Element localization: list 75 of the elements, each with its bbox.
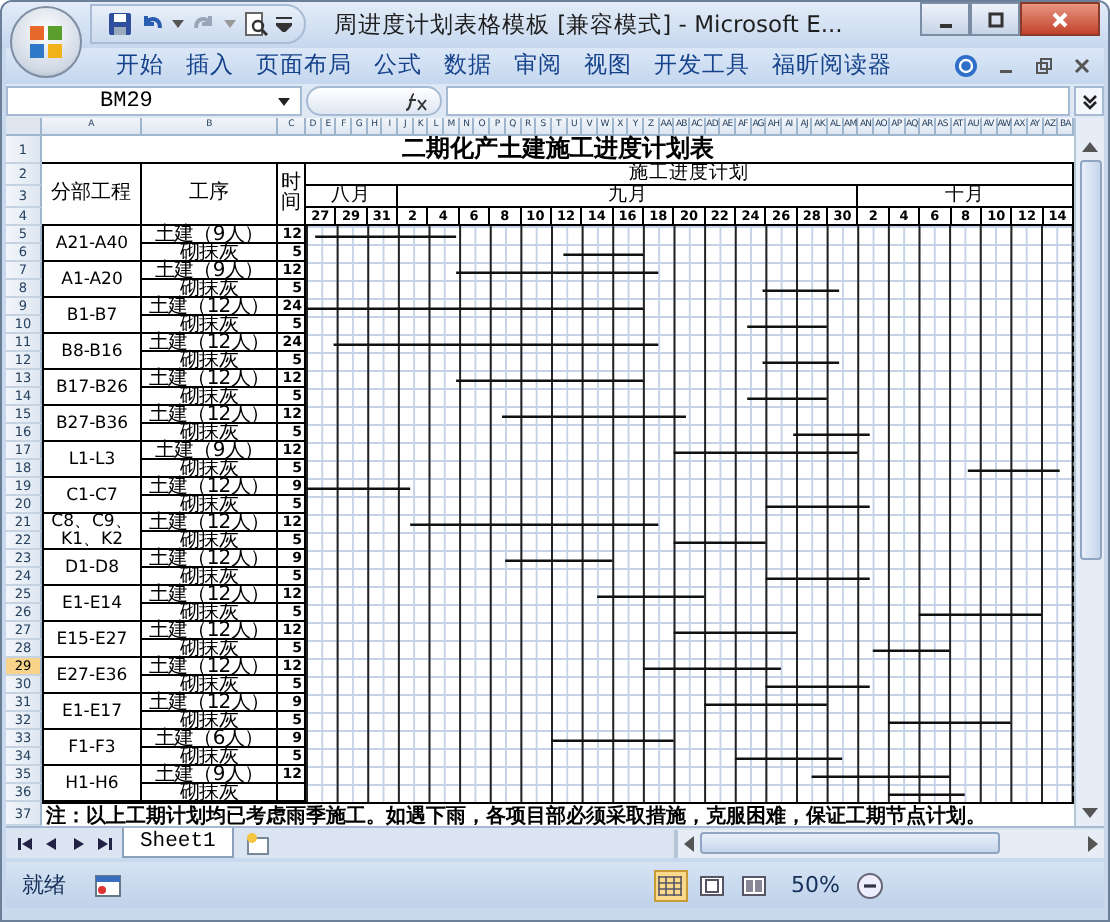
function-icon [404, 91, 428, 112]
table-cell: D1-D8 [42, 550, 142, 587]
close-button[interactable] [1020, 2, 1100, 36]
ribbon-tab[interactable]: 公式 [364, 50, 432, 81]
sheet-title: 二期化产土建施工进度计划表 [401, 132, 714, 164]
table-cell: 时间 [278, 164, 306, 227]
table-cell: C8、C9、K1、K2 [42, 514, 142, 551]
table-cell: B17-B26 [42, 370, 142, 407]
note-text: 注：以上工期计划均已考虑雨季施工。如遇下雨，各项目部必须采取措施，克服困难，保证工期节点计划。 [44, 802, 986, 830]
next-sheet-icon[interactable] [70, 835, 86, 852]
zoom-out-icon[interactable] [856, 871, 884, 900]
name-box[interactable]: BM29 [6, 86, 302, 117]
table-cell: F1-F3 [42, 730, 142, 767]
formula-input[interactable] [446, 86, 1070, 117]
vertical-scrollbar[interactable] [1074, 118, 1104, 827]
table-cell: C1-C7 [42, 478, 142, 515]
first-sheet-icon[interactable] [18, 835, 34, 852]
print-preview-icon[interactable] [244, 12, 268, 37]
ribbon-tab[interactable]: 视图 [574, 50, 642, 81]
table-cell: E27-E36 [42, 658, 142, 695]
restore-icon[interactable] [1034, 55, 1054, 76]
status-text: 就绪 [22, 870, 66, 901]
minimize-button[interactable] [920, 2, 970, 36]
minimize-icon [939, 23, 951, 27]
table-cell: 九月 [398, 186, 859, 209]
zoom-level[interactable]: 50% [791, 872, 840, 899]
expand-icon [1081, 93, 1097, 110]
ribbon-tab[interactable]: 数据 [434, 50, 502, 81]
scroll-left-icon[interactable] [684, 835, 694, 852]
close-icon[interactable] [1072, 55, 1092, 76]
normal-view-icon [658, 875, 683, 896]
scroll-right-icon[interactable] [1088, 835, 1098, 852]
table-cell: 十月 [858, 186, 1074, 209]
caret-icon[interactable] [172, 20, 184, 29]
view-button[interactable] [653, 869, 688, 902]
horizontal-scrollbar[interactable] [674, 829, 1104, 858]
maximize-icon [985, 9, 1005, 29]
table-cell: H1-H6 [42, 766, 142, 803]
window-title: 周进度计划表格模板 [兼容模式] - Microsoft E... [334, 9, 843, 40]
ribbon-tab[interactable]: 页面布局 [246, 50, 362, 81]
office-logo-icon [26, 22, 66, 62]
scroll-down-icon[interactable] [1082, 808, 1098, 819]
table-cell: E1-E14 [42, 586, 142, 623]
table-cell: 八月 [306, 186, 399, 209]
insert-function-button[interactable] [306, 86, 442, 117]
table-cell: E1-E17 [42, 694, 142, 731]
scroll-up-icon[interactable] [1082, 142, 1098, 153]
sheet-tab[interactable]: Sheet1 [122, 828, 234, 859]
macro-record-icon[interactable] [94, 873, 122, 898]
customize-caret-icon[interactable] [276, 16, 292, 33]
previous-sheet-icon[interactable] [44, 835, 60, 852]
help-icon[interactable] [954, 53, 978, 78]
last-sheet-icon[interactable] [96, 835, 112, 852]
ribbon-tab[interactable]: 审阅 [504, 50, 572, 81]
office-button[interactable] [10, 6, 82, 78]
insert-sheet-icon[interactable] [243, 831, 272, 856]
ribbon-tab[interactable]: 开始 [106, 50, 174, 81]
table-cell: L1-L3 [42, 442, 142, 479]
caret-icon [278, 97, 290, 106]
table-cell: B8-B16 [42, 334, 142, 371]
page-break-icon [742, 875, 767, 896]
table-cell: E15-E27 [42, 622, 142, 659]
ribbon-tab[interactable]: 福昕阅读器 [762, 50, 902, 81]
expand-formula-button[interactable] [1074, 86, 1104, 117]
close-icon [1050, 9, 1070, 29]
table-cell: A1-A20 [42, 262, 142, 299]
table-cell: 分部工程 [42, 164, 142, 227]
save-icon[interactable] [108, 12, 132, 37]
table-cell: A21-A40 [42, 226, 142, 263]
table-cell: B1-B7 [42, 298, 142, 335]
page-layout-icon [700, 875, 725, 896]
ribbon-tab[interactable]: 开发工具 [644, 50, 760, 81]
table-cell: B27-B36 [42, 406, 142, 443]
ribbon-tab[interactable]: 插入 [176, 50, 244, 81]
maximize-button[interactable] [970, 2, 1020, 36]
